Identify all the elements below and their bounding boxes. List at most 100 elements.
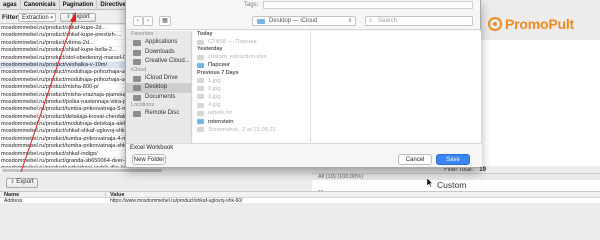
tags-label: Tags: — [244, 2, 259, 8]
grid-view-icon: ▦ — [162, 18, 168, 24]
sidebar-item-label: Applications — [145, 39, 178, 45]
detail-row-value: https://www.mosdommebel.ru/product/shkaf… — [110, 198, 243, 203]
file-item-label: rebelo.txt — [208, 110, 232, 117]
sidebar-item-label: Downloads — [145, 48, 175, 55]
sidebar-item-icloud-drive[interactable]: iCloud Drive — [126, 74, 191, 84]
save-button[interactable]: Save — [436, 154, 470, 165]
detail-header-value: Value — [110, 192, 125, 198]
sidebar-section-heading: Favorites — [131, 31, 154, 37]
documents-icon — [133, 94, 141, 101]
export-button-label: Export — [16, 179, 34, 185]
search-input[interactable]: ⌕ Search — [365, 16, 473, 26]
filter-select[interactable]: Extraction ▾ — [18, 13, 56, 22]
browser-group-heading: Yesterday — [197, 46, 223, 53]
scrollbar-thumb[interactable] — [2, 169, 162, 172]
detail-table-row[interactable]: Address https://www.mosdommebel.ru/produ… — [0, 198, 600, 203]
detail-table-header: Name Value — [0, 191, 600, 198]
creative-cloud-icon — [133, 59, 141, 65]
file-icon — [197, 110, 204, 116]
tab-agas[interactable]: agas — [0, 0, 21, 9]
dialog-sidebar: Favorites Applications Downloads Creative C… — [126, 31, 192, 143]
tab-pagination[interactable]: Pagination — [60, 0, 98, 9]
forward-button[interactable]: › — [143, 16, 153, 26]
file-icon — [197, 54, 204, 60]
file-item: Screenshot...2 at 15.00.21 — [193, 126, 310, 134]
folder-icon — [197, 119, 204, 124]
file-item: 4.jpg — [193, 101, 310, 109]
chart-title: Custom — [437, 180, 467, 190]
browser-group-heading: Today — [197, 31, 213, 37]
promopult-logo: PromoPult — [487, 14, 574, 34]
browser-group-heading: Previous 7 Days — [197, 69, 239, 76]
file-item-label: 3.jpg — [208, 93, 221, 100]
folder-icon — [257, 19, 265, 24]
detail-row-name: Address — [4, 198, 23, 203]
detail-header-name: Name — [0, 192, 106, 198]
sidebar-item-downloads[interactable]: Downloads — [126, 48, 191, 58]
back-button[interactable]: ‹ — [133, 16, 143, 26]
file-item[interactable]: Парсинг — [193, 61, 310, 69]
file-item: rebelo.txt — [193, 109, 310, 117]
dialog-toolbar: ‹ › ▦ Desktop — iCloud ⇕ ⌕ Search — [126, 12, 482, 30]
promopult-logo-text: PromoPult — [505, 16, 574, 32]
chevron-updown-icon: ⇕ — [347, 18, 352, 24]
browser-column-preview — [312, 31, 481, 143]
file-format-value: Excel Workbook — [130, 145, 174, 151]
save-dialog: Tags: ‹ › ▦ Desktop — iCloud ⇕ ⌕ Search … — [125, 0, 482, 168]
upload-icon: ⇪ — [10, 179, 15, 185]
sidebar-item-creative-cloud[interactable]: Creative Cloud... — [126, 57, 191, 67]
upload-icon: ⇪ — [66, 14, 71, 20]
export-button-top[interactable]: ⇪ Export — [60, 13, 96, 22]
sidebar-item-label: Creative Cloud... — [145, 58, 190, 64]
location-select[interactable]: Desktop — iCloud ⇕ — [252, 16, 356, 26]
sidebar-item-desktop[interactable]: Desktop — [126, 83, 191, 93]
export-button-label: Export — [72, 14, 90, 20]
sidebar-item-applications[interactable]: Applications — [126, 38, 191, 48]
file-item-label: СТФ08 — Парсинг — [208, 39, 258, 45]
disc-icon — [133, 111, 141, 117]
file-item: 2.jpg — [193, 85, 310, 93]
dialog-footer: New Folder Cancel Save — [126, 152, 482, 167]
file-item-label: custom_extraction.xlsx — [208, 54, 267, 61]
file-item-label: 4.jpg — [208, 102, 221, 109]
sidebar-item-label: Desktop — [145, 84, 168, 90]
sidebar-item-documents[interactable]: Documents — [126, 93, 191, 103]
filter-select-value: Extraction — [22, 15, 49, 21]
cancel-button[interactable]: Cancel — [398, 154, 432, 165]
file-icon — [197, 94, 204, 100]
sidebar-item-remote-disc[interactable]: Remote Disc — [126, 109, 191, 119]
chevron-left-icon: ‹ — [137, 18, 139, 24]
file-item-label: Screenshot...2 at 15.00.21 — [208, 126, 277, 133]
file-format-row[interactable]: Excel Workbook — [126, 143, 482, 152]
applications-icon — [133, 40, 141, 46]
chevron-down-icon: ▾ — [50, 15, 53, 21]
search-icon: ⌕ — [369, 18, 373, 24]
new-folder-button[interactable]: New Folder — [132, 154, 166, 165]
sidebar-section-heading: iCloud — [131, 66, 147, 73]
tags-input[interactable] — [263, 1, 473, 9]
desktop-icon — [133, 85, 141, 91]
file-item: 1.jpg — [193, 77, 310, 85]
file-icon — [197, 39, 204, 45]
file-item[interactable]: rotenstein — [193, 118, 310, 126]
export-button-bottom[interactable]: ⇪ Export — [6, 178, 38, 188]
tab-canonicals[interactable]: Canonicals — [21, 0, 60, 9]
sidebar-item-label: iCloud Drive — [145, 74, 178, 81]
location-select-value: Desktop — iCloud — [269, 18, 318, 24]
downloads-icon — [133, 49, 141, 56]
sidebar-section-heading: Locations — [131, 102, 155, 108]
view-toggle-button[interactable]: ▦ — [159, 16, 171, 26]
file-item-label: 1.jpg — [208, 77, 221, 84]
browser-column-recent: Today СТФ08 — Парсинг Yesterday custom_extr… — [193, 31, 311, 143]
file-item-label: rotenstein — [208, 118, 234, 125]
sidebar-item-label: Documents — [145, 93, 176, 100]
file-icon — [197, 102, 204, 108]
file-icon — [197, 86, 204, 92]
file-item-label: 2.jpg — [208, 85, 221, 92]
sidebar-item-label: Remote Disc — [145, 110, 180, 116]
file-item: custom_extraction.xlsx — [193, 53, 310, 61]
file-item-label: Парсинг — [208, 62, 231, 69]
file-icon — [197, 78, 204, 84]
overview-bar: All (19) (100.00%) — [312, 173, 600, 180]
mouse-cursor-icon — [427, 178, 433, 187]
